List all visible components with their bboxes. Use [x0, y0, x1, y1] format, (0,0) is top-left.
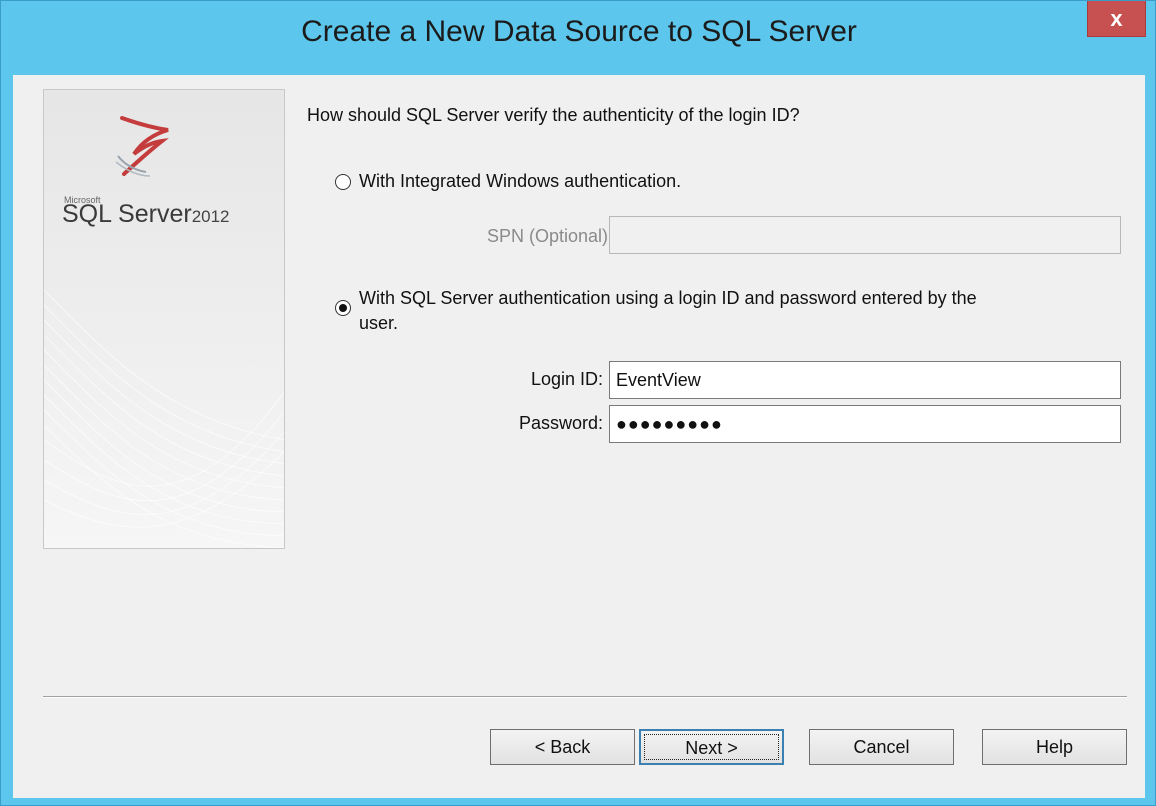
back-button[interactable]: < Back: [490, 729, 635, 765]
close-button[interactable]: x: [1087, 1, 1146, 37]
help-button[interactable]: Help: [982, 729, 1127, 765]
login-id-input[interactable]: EventView: [609, 361, 1121, 399]
sql-server-wordmark: SQL Server2012: [62, 200, 230, 229]
password-label: Password:: [518, 413, 603, 433]
sql-auth-label-line1: With SQL Server authentication using a l…: [359, 288, 977, 308]
sql-server-banner: Microsoft SQL Server2012: [43, 89, 285, 549]
integrated-auth-radio[interactable]: [335, 174, 351, 190]
password-input[interactable]: ●●●●●●●●●: [609, 405, 1121, 443]
button-divider: [43, 696, 1127, 698]
next-button[interactable]: Next >: [639, 729, 784, 765]
cancel-button[interactable]: Cancel: [809, 729, 954, 765]
login-id-label: Login ID:: [530, 369, 603, 389]
integrated-auth-label: With Integrated Windows authentication.: [359, 171, 682, 191]
close-icon: x: [1110, 6, 1123, 31]
dialog-window: Create a New Data Source to SQL Server x: [0, 0, 1156, 806]
spn-label: SPN (Optional):: [486, 226, 613, 246]
sql-auth-label: With SQL Server authentication using a l…: [359, 286, 977, 336]
window-title: Create a New Data Source to SQL Server: [301, 15, 857, 48]
sql-server-logo-icon: [115, 116, 169, 177]
product-name: SQL Server: [62, 200, 192, 228]
sql-auth-label-line2: user.: [359, 313, 399, 333]
focus-rectangle: [644, 734, 779, 760]
auth-question: How should SQL Server verify the authent…: [307, 105, 800, 125]
dialog-client-area: Microsoft SQL Server2012 How should SQL …: [13, 75, 1145, 798]
sql-auth-option[interactable]: With SQL Server authentication using a l…: [335, 286, 977, 336]
product-version: 2012: [191, 207, 230, 226]
title-bar[interactable]: Create a New Data Source to SQL Server x: [1, 1, 1156, 75]
spn-input[interactable]: [609, 216, 1121, 254]
sql-auth-radio[interactable]: [335, 300, 351, 316]
integrated-auth-option[interactable]: With Integrated Windows authentication.: [335, 171, 681, 192]
